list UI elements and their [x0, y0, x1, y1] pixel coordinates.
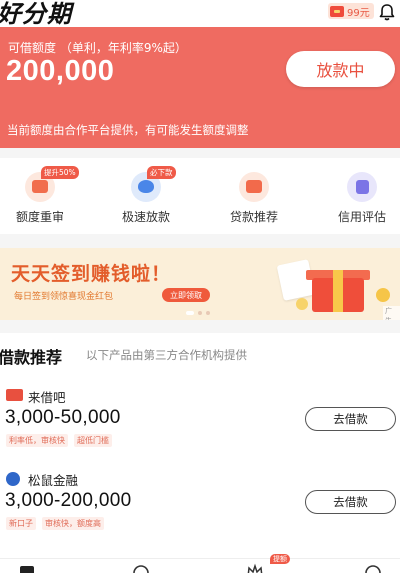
credit-note: 当前额度由合作平台提供，有可能发生额度调整 — [7, 123, 249, 137]
loan-tag: 利率低，审核快 — [6, 434, 68, 447]
card-icon — [246, 180, 262, 193]
ad-tag: 广告 — [383, 306, 400, 320]
calendar-icon — [276, 259, 316, 301]
app-title: 好分期 — [0, 0, 72, 28]
provider-name: 松鼠金融 — [28, 473, 79, 488]
provider-logo-icon — [6, 472, 20, 486]
quick-action-label: 信用评估 — [337, 210, 386, 224]
checkin-banner[interactable]: 天天签到赚钱啦！ 每日签到领惊喜现金红包 立即领取 广告 — [0, 248, 400, 320]
pagination-dot-active — [186, 311, 194, 315]
red-envelope-icon — [330, 5, 344, 17]
provider-logo-icon — [6, 389, 23, 401]
banner-cta-button[interactable]: 立即领取 — [162, 288, 210, 302]
crown-icon[interactable] — [246, 563, 264, 573]
loan-range: 3,000-50,000 — [5, 407, 121, 428]
lending-status-button[interactable]: 放款中 — [286, 51, 395, 87]
quick-action-credit-eval[interactable]: 信用评估 — [322, 172, 400, 225]
credit-panel: 可借额度 （单利，年利率9%起） 200,000 放款中 当前额度由合作平台提供… — [0, 27, 400, 148]
loan-card[interactable]: 松鼠金融 3,000-200,000 新口子 审核快，额度高 去借款 — [0, 468, 400, 548]
coin-icon — [296, 298, 308, 310]
bottom-nav: 提额 — [0, 554, 400, 573]
loan-tag: 超低门槛 — [74, 434, 112, 447]
discover-icon[interactable] — [132, 563, 150, 573]
quick-action-quota-review[interactable]: 提升50% 额度重审 — [0, 166, 80, 225]
pagination-dot — [206, 311, 210, 315]
loan-recommendations: 借款推荐 以下产品由第三方合作机构提供 来借吧 3,000-50,000 利率低… — [0, 333, 400, 558]
quick-action-label: 贷款推荐 — [229, 210, 278, 224]
gift-ribbon — [333, 270, 343, 312]
top-bar: 好分期 99元 — [0, 0, 400, 28]
credit-amount: 200,000 — [6, 55, 115, 87]
loan-tag: 审核快，额度高 — [42, 517, 104, 530]
profile-icon[interactable] — [364, 563, 382, 573]
quick-action-label: 极速放款 — [121, 210, 170, 224]
quick-action-fast-loan[interactable]: 必下款 极速放款 — [106, 166, 186, 225]
coin-icon — [376, 288, 390, 302]
section-subtitle: 以下产品由第三方合作机构提供 — [86, 348, 247, 362]
quick-action-tag: 提升50% — [41, 166, 79, 179]
banner-pagination — [186, 311, 210, 315]
section-title: 借款推荐 — [0, 348, 63, 367]
loan-tags: 新口子 审核快，额度高 — [6, 517, 104, 530]
document-icon — [356, 180, 369, 194]
loan-tag: 新口子 — [6, 517, 36, 530]
quick-action-label: 额度重审 — [15, 210, 64, 224]
money-bag-icon — [138, 180, 154, 193]
pagination-dot — [198, 311, 202, 315]
borrow-button[interactable]: 去借款 — [305, 490, 396, 514]
quick-action-tag: 必下款 — [147, 166, 176, 179]
coin-badge-label: 99元 — [347, 7, 370, 19]
coin-badge[interactable]: 99元 — [328, 3, 374, 19]
loan-range: 3,000-200,000 — [5, 490, 132, 511]
borrow-button[interactable]: 去借款 — [305, 407, 396, 431]
banner-title: 天天签到赚钱啦！ — [11, 263, 172, 285]
bell-icon[interactable] — [378, 3, 396, 21]
loan-tags: 利率低，审核快 超低门槛 — [6, 434, 112, 447]
quick-action-loan-recommend[interactable]: 贷款推荐 — [214, 172, 294, 225]
home-icon[interactable] — [18, 563, 36, 573]
credit-label: 可借额度 （单利，年利率9%起） — [8, 41, 187, 55]
wallet-icon — [32, 180, 48, 193]
provider-name: 来借吧 — [28, 390, 66, 405]
nav-badge: 提额 — [270, 554, 290, 564]
banner-subtitle: 每日签到领惊喜现金红包 — [14, 292, 114, 302]
loan-card[interactable]: 来借吧 3,000-50,000 利率低，审核快 超低门槛 去借款 — [0, 385, 400, 465]
quick-actions: 提升50% 额度重审 必下款 极速放款 贷款推荐 信用评估 — [0, 158, 400, 234]
